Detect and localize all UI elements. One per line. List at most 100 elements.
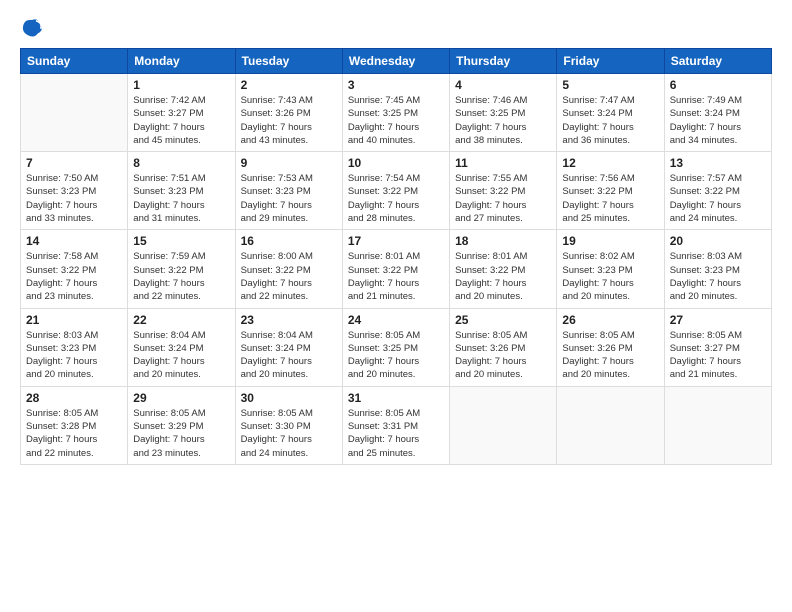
calendar-cell: 2 Sunrise: 7:43 AM Sunset: 3:26 PM Daylig… bbox=[235, 74, 342, 152]
calendar-cell: 10 Sunrise: 7:54 AM Sunset: 3:22 PM Dayli… bbox=[342, 152, 449, 230]
day-info: Sunrise: 7:46 AM Sunset: 3:25 PM Dayligh… bbox=[455, 94, 551, 147]
calendar-cell: 23 Sunrise: 8:04 AM Sunset: 3:24 PM Dayli… bbox=[235, 308, 342, 386]
day-number: 3 bbox=[348, 78, 444, 92]
day-number: 9 bbox=[241, 156, 337, 170]
calendar-cell: 13 Sunrise: 7:57 AM Sunset: 3:22 PM Dayli… bbox=[664, 152, 771, 230]
day-info: Sunrise: 7:45 AM Sunset: 3:25 PM Dayligh… bbox=[348, 94, 444, 147]
day-info: Sunrise: 7:43 AM Sunset: 3:26 PM Dayligh… bbox=[241, 94, 337, 147]
calendar-cell: 20 Sunrise: 8:03 AM Sunset: 3:23 PM Dayli… bbox=[664, 230, 771, 308]
day-number: 19 bbox=[562, 234, 658, 248]
calendar-cell: 4 Sunrise: 7:46 AM Sunset: 3:25 PM Daylig… bbox=[450, 74, 557, 152]
day-info: Sunrise: 8:05 AM Sunset: 3:31 PM Dayligh… bbox=[348, 407, 444, 460]
header-wednesday: Wednesday bbox=[342, 49, 449, 74]
day-info: Sunrise: 7:47 AM Sunset: 3:24 PM Dayligh… bbox=[562, 94, 658, 147]
calendar-cell bbox=[664, 386, 771, 464]
header-thursday: Thursday bbox=[450, 49, 557, 74]
day-number: 2 bbox=[241, 78, 337, 92]
logo bbox=[20, 16, 48, 40]
day-info: Sunrise: 7:57 AM Sunset: 3:22 PM Dayligh… bbox=[670, 172, 766, 225]
day-number: 27 bbox=[670, 313, 766, 327]
calendar-cell: 28 Sunrise: 8:05 AM Sunset: 3:28 PM Dayli… bbox=[21, 386, 128, 464]
week-row-0: 1Sunrise: 7:42 AM Sunset: 3:27 PM Daylig… bbox=[21, 74, 772, 152]
day-info: Sunrise: 7:42 AM Sunset: 3:27 PM Dayligh… bbox=[133, 94, 229, 147]
header-tuesday: Tuesday bbox=[235, 49, 342, 74]
calendar-cell: 19 Sunrise: 8:02 AM Sunset: 3:23 PM Dayli… bbox=[557, 230, 664, 308]
calendar-table: SundayMondayTuesdayWednesdayThursdayFrid… bbox=[20, 48, 772, 465]
calendar-cell: 25 Sunrise: 8:05 AM Sunset: 3:26 PM Dayli… bbox=[450, 308, 557, 386]
day-info: Sunrise: 8:05 AM Sunset: 3:28 PM Dayligh… bbox=[26, 407, 122, 460]
day-info: Sunrise: 8:04 AM Sunset: 3:24 PM Dayligh… bbox=[133, 329, 229, 382]
day-number: 25 bbox=[455, 313, 551, 327]
calendar-cell bbox=[21, 74, 128, 152]
calendar-cell: 24 Sunrise: 8:05 AM Sunset: 3:25 PM Dayli… bbox=[342, 308, 449, 386]
header-sunday: Sunday bbox=[21, 49, 128, 74]
day-number: 16 bbox=[241, 234, 337, 248]
week-row-4: 28 Sunrise: 8:05 AM Sunset: 3:28 PM Dayli… bbox=[21, 386, 772, 464]
day-info: Sunrise: 7:55 AM Sunset: 3:22 PM Dayligh… bbox=[455, 172, 551, 225]
calendar-cell: 18Sunrise: 8:01 AM Sunset: 3:22 PM Dayli… bbox=[450, 230, 557, 308]
day-info: Sunrise: 7:54 AM Sunset: 3:22 PM Dayligh… bbox=[348, 172, 444, 225]
week-row-3: 21 Sunrise: 8:03 AM Sunset: 3:23 PM Dayli… bbox=[21, 308, 772, 386]
calendar-cell: 8 Sunrise: 7:51 AM Sunset: 3:23 PM Daylig… bbox=[128, 152, 235, 230]
day-number: 31 bbox=[348, 391, 444, 405]
day-number: 17 bbox=[348, 234, 444, 248]
logo-icon bbox=[20, 16, 44, 40]
day-info: Sunrise: 8:03 AM Sunset: 3:23 PM Dayligh… bbox=[26, 329, 122, 382]
calendar-cell bbox=[450, 386, 557, 464]
day-number: 6 bbox=[670, 78, 766, 92]
day-number: 15 bbox=[133, 234, 229, 248]
calendar-cell: 1Sunrise: 7:42 AM Sunset: 3:27 PM Daylig… bbox=[128, 74, 235, 152]
calendar-cell: 5Sunrise: 7:47 AM Sunset: 3:24 PM Daylig… bbox=[557, 74, 664, 152]
day-number: 7 bbox=[26, 156, 122, 170]
day-info: Sunrise: 8:01 AM Sunset: 3:22 PM Dayligh… bbox=[348, 250, 444, 303]
day-info: Sunrise: 8:05 AM Sunset: 3:25 PM Dayligh… bbox=[348, 329, 444, 382]
day-info: Sunrise: 8:01 AM Sunset: 3:22 PM Dayligh… bbox=[455, 250, 551, 303]
week-row-1: 7Sunrise: 7:50 AM Sunset: 3:23 PM Daylig… bbox=[21, 152, 772, 230]
calendar-header: SundayMondayTuesdayWednesdayThursdayFrid… bbox=[21, 49, 772, 74]
day-number: 13 bbox=[670, 156, 766, 170]
day-number: 10 bbox=[348, 156, 444, 170]
day-number: 8 bbox=[133, 156, 229, 170]
header-friday: Friday bbox=[557, 49, 664, 74]
calendar-cell: 26 Sunrise: 8:05 AM Sunset: 3:26 PM Dayli… bbox=[557, 308, 664, 386]
calendar-cell: 21 Sunrise: 8:03 AM Sunset: 3:23 PM Dayli… bbox=[21, 308, 128, 386]
calendar-cell: 29Sunrise: 8:05 AM Sunset: 3:29 PM Dayli… bbox=[128, 386, 235, 464]
calendar-cell: 6 Sunrise: 7:49 AM Sunset: 3:24 PM Daylig… bbox=[664, 74, 771, 152]
day-number: 14 bbox=[26, 234, 122, 248]
calendar-cell: 17 Sunrise: 8:01 AM Sunset: 3:22 PM Dayli… bbox=[342, 230, 449, 308]
day-info: Sunrise: 7:49 AM Sunset: 3:24 PM Dayligh… bbox=[670, 94, 766, 147]
day-info: Sunrise: 7:51 AM Sunset: 3:23 PM Dayligh… bbox=[133, 172, 229, 225]
day-info: Sunrise: 8:00 AM Sunset: 3:22 PM Dayligh… bbox=[241, 250, 337, 303]
day-number: 28 bbox=[26, 391, 122, 405]
day-number: 20 bbox=[670, 234, 766, 248]
day-info: Sunrise: 8:05 AM Sunset: 3:26 PM Dayligh… bbox=[562, 329, 658, 382]
day-info: Sunrise: 7:53 AM Sunset: 3:23 PM Dayligh… bbox=[241, 172, 337, 225]
calendar-cell: 7Sunrise: 7:50 AM Sunset: 3:23 PM Daylig… bbox=[21, 152, 128, 230]
calendar-cell: 12 Sunrise: 7:56 AM Sunset: 3:22 PM Dayli… bbox=[557, 152, 664, 230]
day-number: 11 bbox=[455, 156, 551, 170]
calendar-cell: 11 Sunrise: 7:55 AM Sunset: 3:22 PM Dayli… bbox=[450, 152, 557, 230]
day-info: Sunrise: 8:05 AM Sunset: 3:26 PM Dayligh… bbox=[455, 329, 551, 382]
day-info: Sunrise: 8:04 AM Sunset: 3:24 PM Dayligh… bbox=[241, 329, 337, 382]
day-number: 24 bbox=[348, 313, 444, 327]
page: SundayMondayTuesdayWednesdayThursdayFrid… bbox=[0, 0, 792, 612]
header bbox=[20, 16, 772, 40]
day-number: 12 bbox=[562, 156, 658, 170]
day-number: 29 bbox=[133, 391, 229, 405]
day-info: Sunrise: 8:02 AM Sunset: 3:23 PM Dayligh… bbox=[562, 250, 658, 303]
calendar-cell: 14Sunrise: 7:58 AM Sunset: 3:22 PM Dayli… bbox=[21, 230, 128, 308]
day-number: 4 bbox=[455, 78, 551, 92]
header-monday: Monday bbox=[128, 49, 235, 74]
day-info: Sunrise: 8:05 AM Sunset: 3:27 PM Dayligh… bbox=[670, 329, 766, 382]
day-number: 21 bbox=[26, 313, 122, 327]
day-info: Sunrise: 8:03 AM Sunset: 3:23 PM Dayligh… bbox=[670, 250, 766, 303]
day-number: 26 bbox=[562, 313, 658, 327]
calendar-cell: 31 Sunrise: 8:05 AM Sunset: 3:31 PM Dayli… bbox=[342, 386, 449, 464]
day-number: 23 bbox=[241, 313, 337, 327]
header-row: SundayMondayTuesdayWednesdayThursdayFrid… bbox=[21, 49, 772, 74]
calendar-cell: 16 Sunrise: 8:00 AM Sunset: 3:22 PM Dayli… bbox=[235, 230, 342, 308]
calendar-cell: 3 Sunrise: 7:45 AM Sunset: 3:25 PM Daylig… bbox=[342, 74, 449, 152]
calendar-cell: 9 Sunrise: 7:53 AM Sunset: 3:23 PM Daylig… bbox=[235, 152, 342, 230]
calendar-body: 1Sunrise: 7:42 AM Sunset: 3:27 PM Daylig… bbox=[21, 74, 772, 465]
day-info: Sunrise: 7:56 AM Sunset: 3:22 PM Dayligh… bbox=[562, 172, 658, 225]
